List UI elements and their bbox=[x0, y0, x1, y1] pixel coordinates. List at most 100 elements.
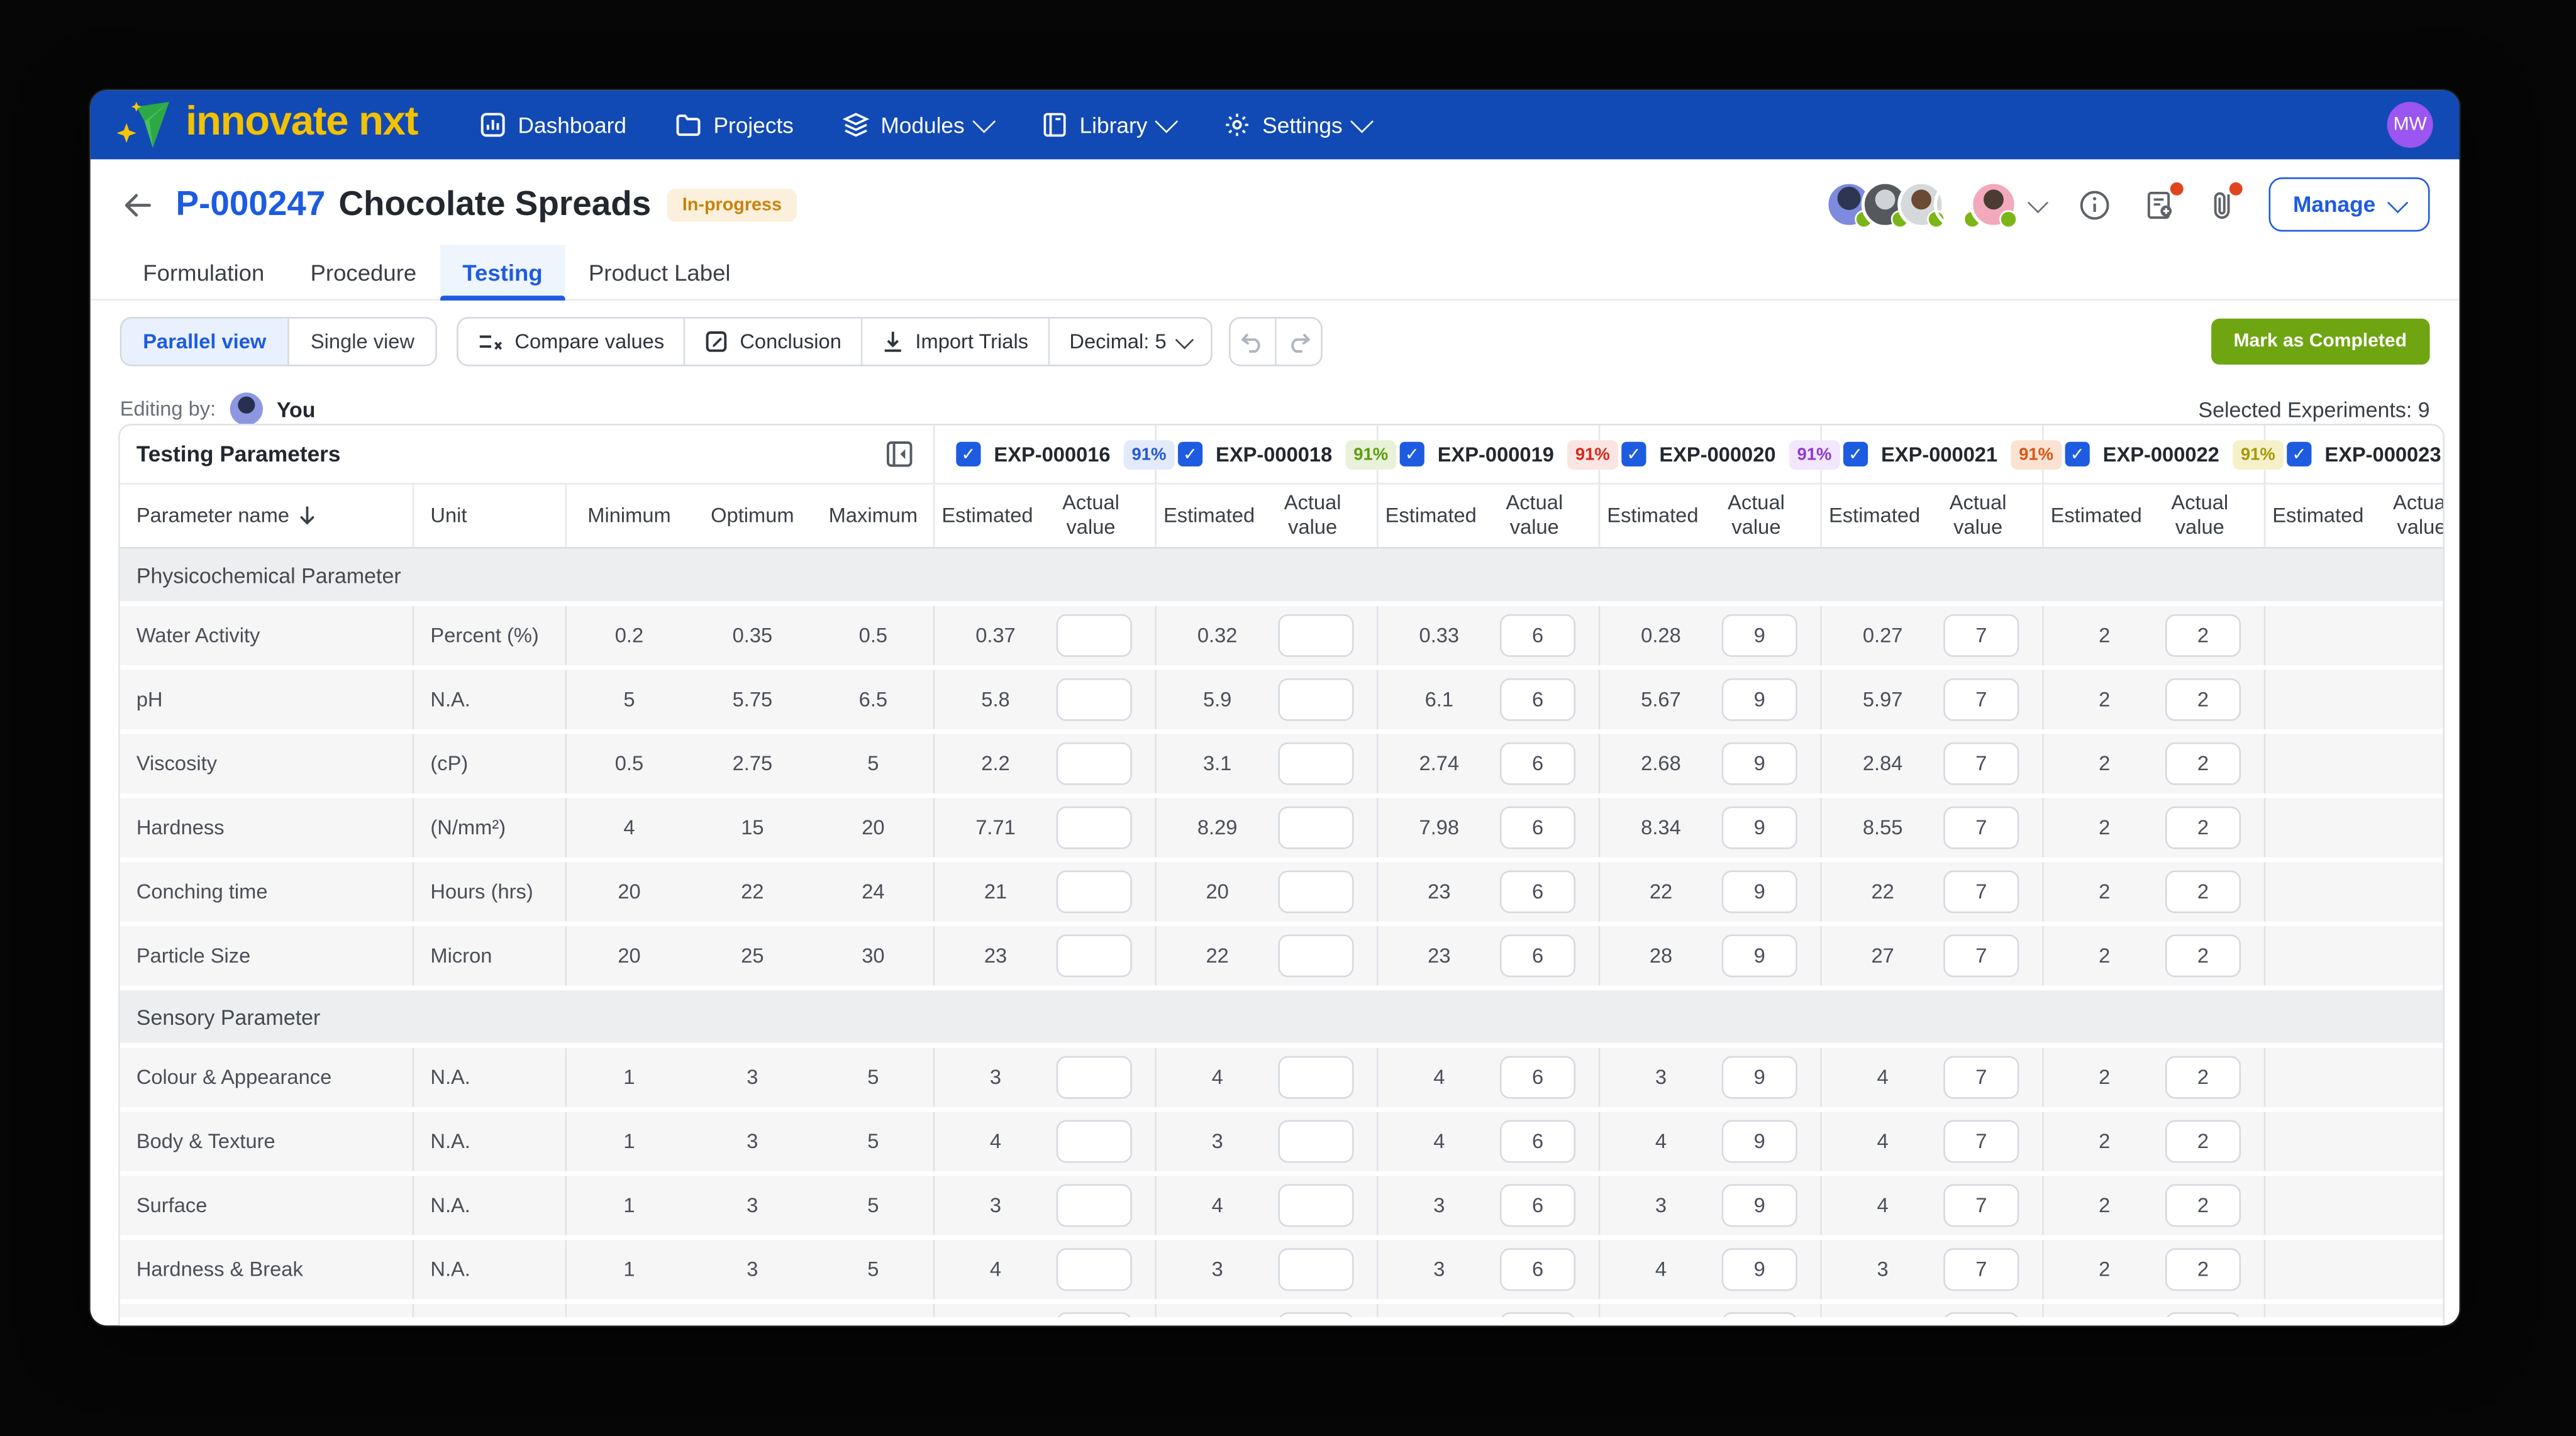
tab-procedure[interactable]: Procedure bbox=[287, 245, 440, 299]
mark-completed-button[interactable]: Mark as Completed bbox=[2211, 319, 2430, 365]
actual-value-input[interactable] bbox=[1943, 870, 2019, 913]
actual-value-input[interactable] bbox=[1278, 870, 1353, 913]
nav-item-settings[interactable]: Settings bbox=[1224, 112, 1370, 138]
actual-value-input[interactable] bbox=[1500, 807, 1575, 849]
attachments-button[interactable] bbox=[2209, 188, 2236, 221]
actual-value-input[interactable] bbox=[2165, 614, 2241, 657]
manage-button[interactable]: Manage bbox=[2268, 177, 2430, 231]
experiment-id[interactable]: EXP-000020 bbox=[1659, 443, 1775, 466]
brand-logo[interactable]: innovate nxt bbox=[116, 100, 418, 149]
experiment-id[interactable]: EXP-000018 bbox=[1216, 443, 1332, 466]
actual-value-input[interactable] bbox=[1500, 1184, 1575, 1227]
actual-value-input[interactable] bbox=[1722, 1120, 1797, 1163]
actual-value-input[interactable] bbox=[1722, 614, 1797, 657]
redo-button[interactable] bbox=[1275, 319, 1321, 365]
actual-value-input[interactable] bbox=[1722, 1056, 1797, 1099]
user-avatar[interactable]: MW bbox=[2387, 102, 2433, 148]
actual-value-input[interactable] bbox=[1943, 1248, 2019, 1291]
actual-value-input[interactable] bbox=[1722, 743, 1797, 785]
actual-value-input[interactable] bbox=[1943, 1120, 2019, 1163]
experiment-checkbox[interactable]: ✓ bbox=[1843, 442, 1868, 467]
actual-value-input[interactable] bbox=[2165, 743, 2241, 785]
actual-value-input[interactable] bbox=[2165, 1120, 2241, 1163]
import-trials-button[interactable]: Import Trials bbox=[861, 319, 1048, 365]
actual-value-input[interactable] bbox=[1057, 807, 1132, 849]
actual-value-input[interactable] bbox=[1057, 678, 1132, 721]
actual-value-input[interactable] bbox=[1500, 870, 1575, 913]
col-header-parameter[interactable]: Parameter name bbox=[120, 485, 414, 547]
actual-value-input[interactable] bbox=[1722, 870, 1797, 913]
actual-value-input[interactable] bbox=[1722, 1248, 1797, 1291]
experiment-checkbox[interactable]: ✓ bbox=[956, 442, 980, 467]
decimal-select[interactable]: Decimal: 5 bbox=[1048, 319, 1211, 365]
actual-value-input[interactable] bbox=[1278, 614, 1353, 657]
actual-value-input[interactable] bbox=[1057, 1056, 1132, 1099]
actual-value-input[interactable] bbox=[1943, 1184, 2019, 1227]
back-button[interactable] bbox=[120, 186, 156, 222]
tab-formulation[interactable]: Formulation bbox=[120, 245, 287, 299]
actual-value-input[interactable] bbox=[1500, 934, 1575, 977]
actual-value-input[interactable] bbox=[2165, 934, 2241, 977]
actual-value-input[interactable] bbox=[1057, 1120, 1132, 1163]
experiment-id[interactable]: EXP-000016 bbox=[994, 443, 1110, 466]
nav-item-library[interactable]: Library bbox=[1041, 112, 1175, 138]
tab-product-label[interactable]: Product Label bbox=[565, 245, 753, 299]
actual-value-input[interactable] bbox=[1278, 678, 1353, 721]
actual-value-input[interactable] bbox=[1057, 1248, 1132, 1291]
actual-value-input[interactable] bbox=[1943, 934, 2019, 977]
experiment-id[interactable]: EXP-000023 bbox=[2324, 443, 2441, 466]
horizontal-scrollbar[interactable] bbox=[120, 1317, 2443, 1325]
actual-value-input[interactable] bbox=[1278, 1056, 1353, 1099]
actual-value-input[interactable] bbox=[1057, 1184, 1132, 1227]
actual-value-input[interactable] bbox=[1057, 743, 1132, 785]
actual-value-input[interactable] bbox=[1057, 870, 1132, 913]
collapse-panel-icon[interactable] bbox=[886, 440, 913, 468]
actual-value-input[interactable] bbox=[2165, 807, 2241, 849]
experiment-id[interactable]: EXP-000021 bbox=[1881, 443, 1997, 466]
single-view-button[interactable]: Single view bbox=[287, 319, 436, 365]
actual-value-input[interactable] bbox=[1057, 934, 1132, 977]
actual-value-input[interactable] bbox=[1278, 1184, 1353, 1227]
actual-value-input[interactable] bbox=[1278, 1120, 1353, 1163]
actual-value-input[interactable] bbox=[1722, 807, 1797, 849]
tab-testing[interactable]: Testing bbox=[440, 245, 565, 299]
nav-item-projects[interactable]: Projects bbox=[675, 112, 794, 138]
nav-item-modules[interactable]: Modules bbox=[843, 112, 992, 138]
actual-value-input[interactable] bbox=[2165, 1184, 2241, 1227]
notes-button[interactable] bbox=[2143, 188, 2176, 221]
experiment-checkbox[interactable]: ✓ bbox=[1178, 442, 1202, 467]
actual-value-input[interactable] bbox=[1278, 1248, 1353, 1291]
nav-item-dashboard[interactable]: Dashboard bbox=[480, 112, 626, 138]
parallel-view-button[interactable]: Parallel view bbox=[121, 319, 287, 365]
experiment-id[interactable]: EXP-000019 bbox=[1438, 443, 1554, 466]
actual-value-input[interactable] bbox=[1943, 807, 2019, 849]
actual-value-input[interactable] bbox=[1500, 1248, 1575, 1291]
actual-value-input[interactable] bbox=[1943, 743, 2019, 785]
experiment-checkbox[interactable]: ✓ bbox=[1621, 442, 1646, 467]
experiment-id[interactable]: EXP-000022 bbox=[2103, 443, 2219, 466]
actual-value-input[interactable] bbox=[2165, 870, 2241, 913]
undo-button[interactable] bbox=[1230, 319, 1275, 365]
actual-value-input[interactable] bbox=[2165, 1056, 2241, 1099]
actual-value-input[interactable] bbox=[1500, 1056, 1575, 1099]
actual-value-input[interactable] bbox=[1943, 1056, 2019, 1099]
conclusion-button[interactable]: Conclusion bbox=[684, 319, 862, 365]
experiment-checkbox[interactable]: ✓ bbox=[2065, 442, 2090, 467]
actual-value-input[interactable] bbox=[2165, 1248, 2241, 1291]
actual-value-input[interactable] bbox=[1278, 743, 1353, 785]
experiment-checkbox[interactable]: ✓ bbox=[2287, 442, 2311, 467]
actual-value-input[interactable] bbox=[1943, 614, 2019, 657]
actual-value-input[interactable] bbox=[1722, 678, 1797, 721]
actual-value-input[interactable] bbox=[2165, 678, 2241, 721]
compare-values-button[interactable]: Compare values bbox=[459, 319, 684, 365]
actual-value-input[interactable] bbox=[1057, 614, 1132, 657]
actual-value-input[interactable] bbox=[1278, 934, 1353, 977]
collaborator-avatars[interactable] bbox=[1825, 180, 2045, 228]
actual-value-input[interactable] bbox=[1722, 1184, 1797, 1227]
actual-value-input[interactable] bbox=[1500, 614, 1575, 657]
actual-value-input[interactable] bbox=[1500, 743, 1575, 785]
info-button[interactable] bbox=[2078, 188, 2111, 221]
actual-value-input[interactable] bbox=[1722, 934, 1797, 977]
experiment-checkbox[interactable]: ✓ bbox=[1400, 442, 1424, 467]
actual-value-input[interactable] bbox=[1500, 1120, 1575, 1163]
